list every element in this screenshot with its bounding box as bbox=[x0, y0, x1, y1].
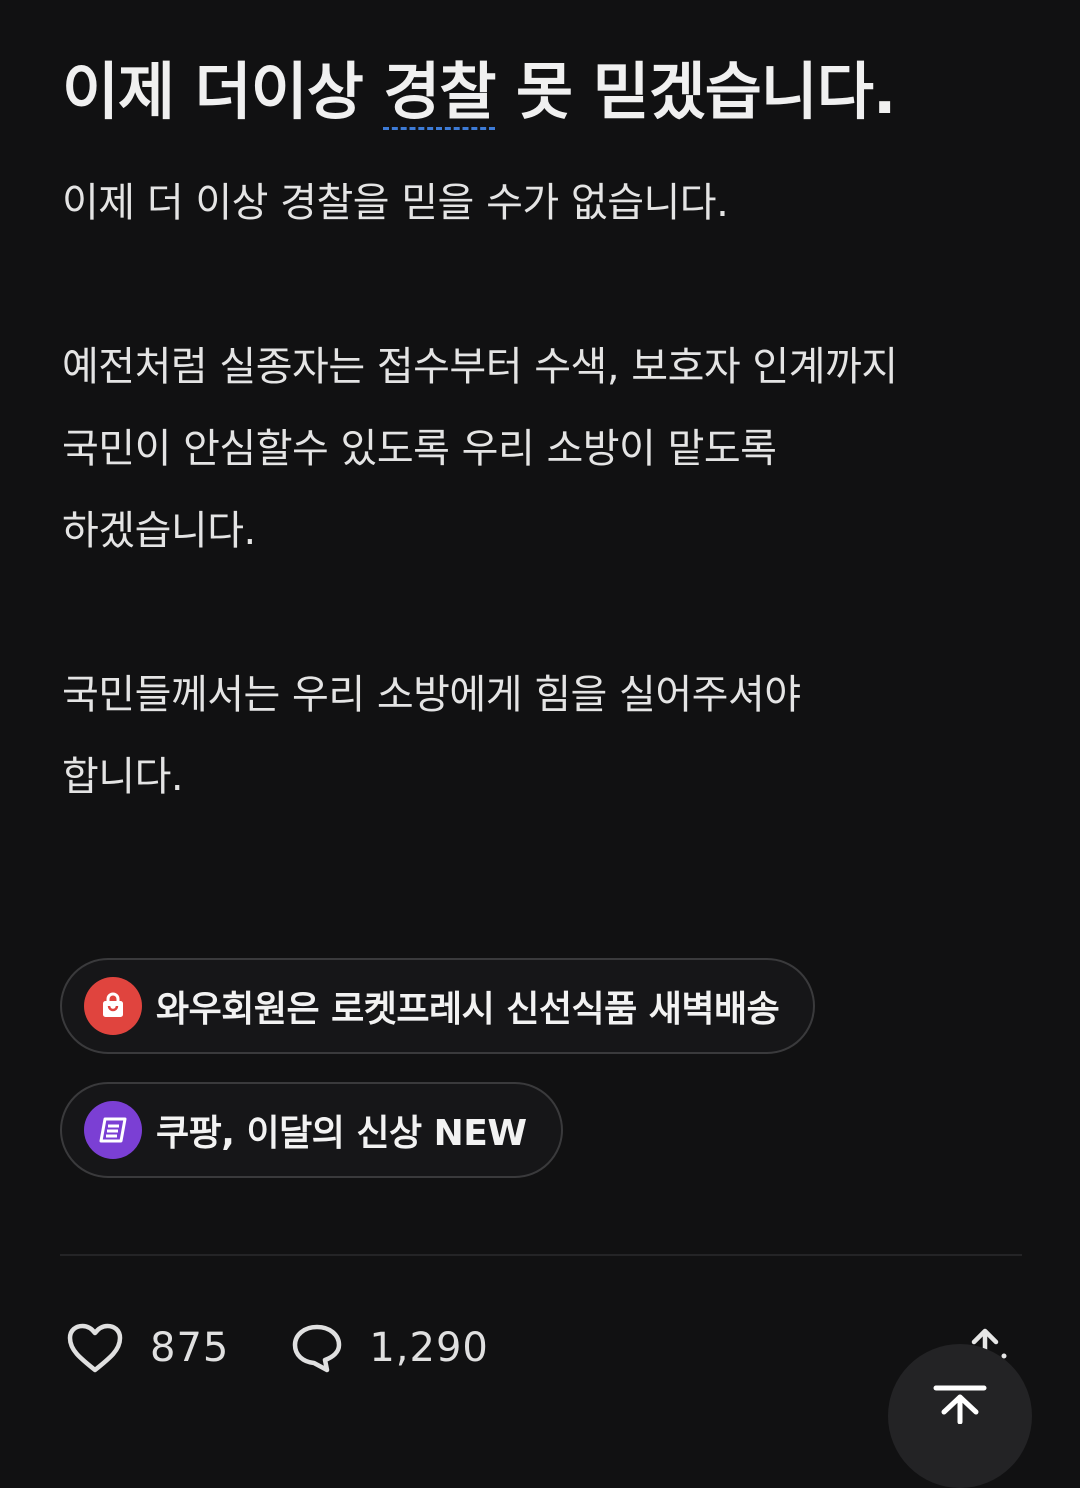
post-content: 이제 더이상 경찰 못 믿겠습니다. 이제 더 이상 경찰을 믿을 수가 없습니… bbox=[62, 52, 1022, 818]
shopping-bag-icon bbox=[84, 977, 142, 1035]
coupon-icon bbox=[84, 1101, 142, 1159]
paragraph-line: 합니다. bbox=[62, 754, 184, 800]
promo-chip-label: 와우회원은 로켓프레시 신선식품 새벽배송 bbox=[156, 989, 780, 1030]
promo-chips: 와우회원은 로켓프레시 신선식품 새벽배송 쿠팡, 이달의 신상 NEW bbox=[60, 958, 816, 1206]
comment-count: 1,290 bbox=[369, 1325, 489, 1371]
comment-button[interactable]: 1,290 bbox=[291, 1323, 489, 1373]
speech-bubble-icon bbox=[291, 1323, 343, 1373]
divider bbox=[60, 1254, 1022, 1256]
post-actions: 875 1,290 bbox=[66, 1322, 551, 1374]
paragraph-line: 국민들께서는 우리 소방에게 힘을 실어주셔야 bbox=[62, 672, 801, 718]
post-title: 이제 더이상 경찰 못 믿겠습니다. bbox=[62, 52, 1022, 132]
heart-icon bbox=[66, 1322, 124, 1374]
promo-chip-coupang-new[interactable]: 쿠팡, 이달의 신상 NEW bbox=[60, 1082, 563, 1178]
title-text-after: 못 믿겠습니다. bbox=[495, 55, 896, 128]
promo-chip-label: 쿠팡, 이달의 신상 NEW bbox=[156, 1113, 527, 1154]
paragraph-2: 예전처럼 실종자는 접수부터 수색, 보호자 인계까지 국민이 안심할수 있도록… bbox=[62, 326, 1022, 572]
paragraph-line: 이제 더 이상 경찰을 믿을 수가 없습니다. bbox=[62, 180, 729, 226]
title-keyword-link[interactable]: 경찰 bbox=[383, 55, 496, 128]
like-count: 875 bbox=[150, 1325, 230, 1371]
post-body: 이제 더 이상 경찰을 믿을 수가 없습니다. 예전처럼 실종자는 접수부터 수… bbox=[62, 162, 1022, 818]
like-button[interactable]: 875 bbox=[66, 1322, 229, 1374]
arrow-up-to-top-icon bbox=[932, 1344, 988, 1488]
paragraph-line: 국민이 안심할수 있도록 우리 소방이 맡도록 bbox=[62, 426, 777, 472]
paragraph-3: 국민들께서는 우리 소방에게 힘을 실어주셔야 합니다. bbox=[62, 654, 1022, 818]
promo-chip-rocket-fresh[interactable]: 와우회원은 로켓프레시 신선식품 새벽배송 bbox=[60, 958, 816, 1054]
paragraph-line: 하겠습니다. bbox=[62, 508, 256, 554]
title-text-before: 이제 더이상 bbox=[62, 55, 384, 128]
paragraph-1: 이제 더 이상 경찰을 믿을 수가 없습니다. bbox=[62, 162, 1022, 244]
paragraph-line: 예전처럼 실종자는 접수부터 수색, 보호자 인계까지 bbox=[62, 344, 898, 390]
scroll-to-top-button[interactable] bbox=[888, 1344, 1032, 1488]
